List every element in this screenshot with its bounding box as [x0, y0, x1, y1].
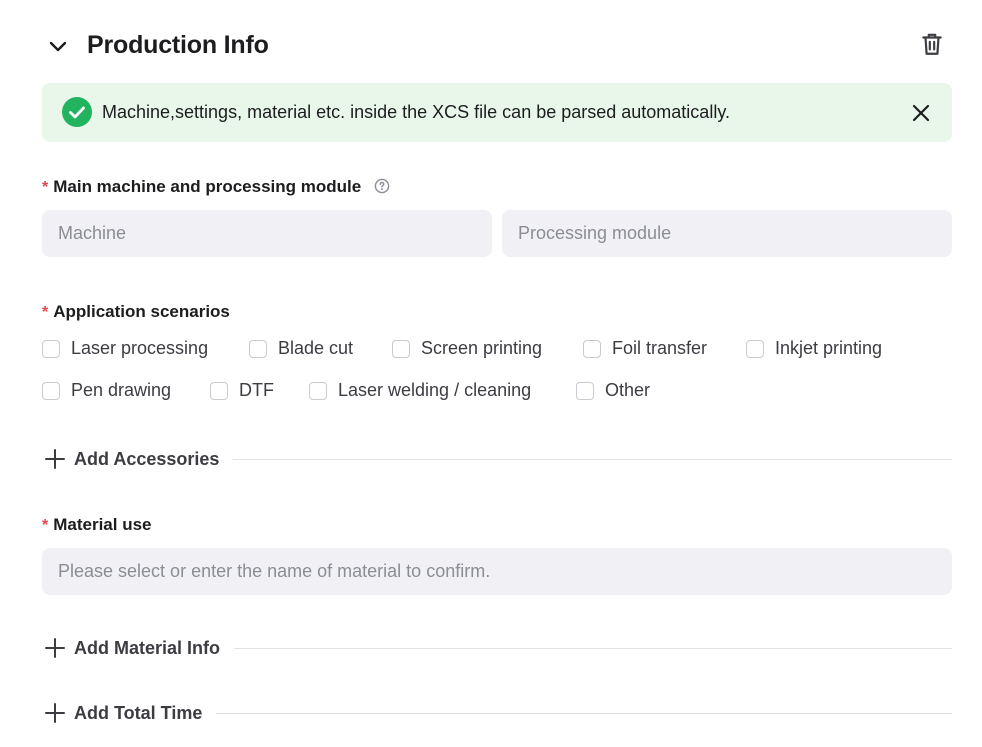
checkbox-box[interactable] [249, 339, 267, 358]
scenario-checkbox-screen-printing[interactable]: Screen printing [392, 338, 542, 359]
scenario-checkbox-laser-processing[interactable]: Laser processing [42, 338, 208, 359]
scenarios-label: Application scenarios [53, 302, 230, 321]
add-total-time-row: Add Total Time [42, 698, 952, 728]
add-accessories-button[interactable]: Add Accessories [74, 449, 219, 470]
checkbox-box[interactable] [42, 339, 60, 358]
info-banner: Machine,settings, material etc. inside t… [42, 83, 952, 142]
section-header: Production Info [42, 28, 952, 64]
processing-module-placeholder: Processing module [518, 223, 672, 243]
scenario-checkbox-other[interactable]: Other [576, 380, 650, 401]
checkbox-label: Other [605, 380, 651, 400]
close-icon[interactable] [908, 100, 934, 126]
material-input[interactable]: Please select or enter the name of mater… [42, 548, 952, 595]
divider [233, 458, 952, 460]
machine-label: Main machine and processing module [53, 177, 362, 196]
processing-module-input[interactable]: Processing module [502, 210, 952, 257]
check-circle-icon [62, 97, 92, 127]
checkbox-label: DTF [239, 380, 274, 400]
chevron-down-icon[interactable] [46, 34, 70, 58]
scenario-checkbox-blade-cut[interactable]: Blade cut [249, 338, 353, 359]
scenario-checkbox-dtf[interactable]: DTF [210, 380, 274, 401]
scenario-checkbox-foil-transfer[interactable]: Foil transfer [583, 338, 707, 359]
checkbox-box[interactable] [746, 339, 764, 358]
machine-placeholder: Machine [58, 223, 127, 243]
add-total-time-button[interactable]: Add Total Time [74, 703, 202, 724]
scenario-checkbox-pen-drawing[interactable]: Pen drawing [42, 380, 171, 401]
divider [216, 712, 952, 714]
material-label: Material use [53, 515, 152, 534]
help-icon[interactable] [374, 178, 390, 194]
checkbox-label: Laser welding / cleaning [338, 380, 532, 400]
scenario-checkbox-laser-welding-cleaning[interactable]: Laser welding / cleaning [309, 380, 531, 401]
banner-message: Machine,settings, material etc. inside t… [102, 102, 730, 122]
trash-icon[interactable] [919, 31, 945, 57]
material-label-row: * Material use [42, 515, 152, 535]
checkbox-box[interactable] [210, 381, 228, 400]
divider [234, 647, 952, 649]
required-mark: * [42, 304, 49, 321]
plus-icon[interactable] [44, 448, 66, 470]
checkbox-box[interactable] [309, 381, 327, 400]
checkbox-label: Pen drawing [71, 380, 172, 400]
checkbox-box[interactable] [583, 339, 601, 358]
material-placeholder: Please select or enter the name of mater… [58, 561, 491, 581]
checkbox-label: Foil transfer [612, 338, 708, 358]
scenario-checkbox-inkjet-printing[interactable]: Inkjet printing [746, 338, 882, 359]
section-title: Production Info [87, 31, 269, 59]
add-material-info-button[interactable]: Add Material Info [74, 638, 220, 659]
checkbox-box[interactable] [42, 381, 60, 400]
checkbox-label: Laser processing [71, 338, 209, 358]
machine-input[interactable]: Machine [42, 210, 492, 257]
machine-label-row: * Main machine and processing module [42, 177, 390, 197]
add-accessories-row: Add Accessories [42, 444, 952, 474]
plus-icon[interactable] [44, 702, 66, 724]
checkbox-box[interactable] [576, 381, 594, 400]
scenarios-label-row: * Application scenarios [42, 302, 230, 322]
checkbox-label: Screen printing [421, 338, 543, 358]
required-mark: * [42, 517, 49, 534]
checkbox-label: Blade cut [278, 338, 354, 358]
required-mark: * [42, 179, 49, 196]
add-material-info-row: Add Material Info [42, 633, 952, 663]
plus-icon[interactable] [44, 637, 66, 659]
checkbox-box[interactable] [392, 339, 410, 358]
checkbox-label: Inkjet printing [775, 338, 883, 358]
